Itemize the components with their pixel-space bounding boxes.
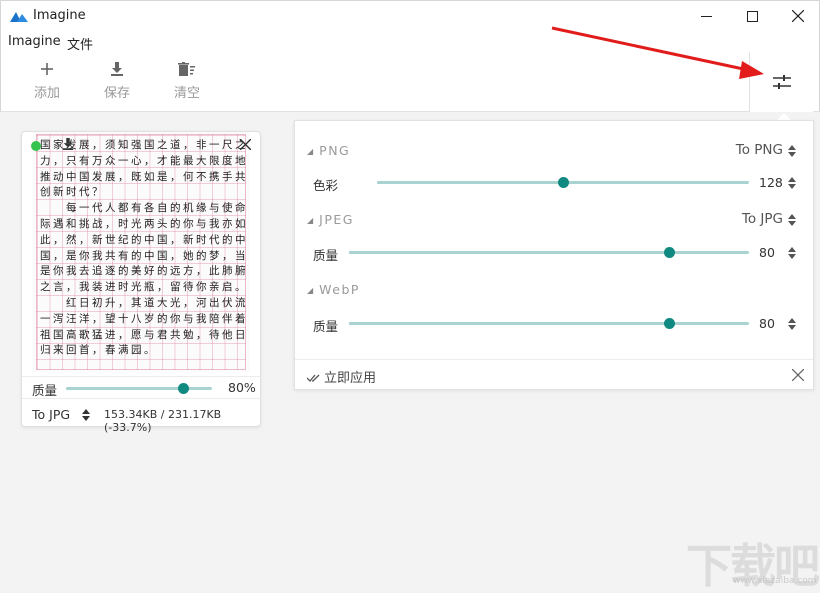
updown-icon[interactable] <box>788 176 796 190</box>
png-color-label: 色彩 <box>313 175 338 194</box>
card-quality-row: 质量 80% <box>22 376 262 398</box>
save-label: 保存 <box>104 86 130 101</box>
clear-list-icon <box>178 62 196 76</box>
card-format-row: To JPG 153.34KB / 231.17KB (-33.7%) <box>22 398 262 428</box>
thumbnail-text-line: 是你我去追逐的美好的远方，此肺腑 <box>40 263 248 278</box>
card-quality-slider[interactable] <box>66 387 212 390</box>
collapse-triangle-icon: ◢ <box>307 147 313 156</box>
thumbnail-text-line: 每一代人都有各自的机缘与使命 <box>40 200 248 215</box>
download-icon[interactable] <box>62 138 74 150</box>
close-window-button[interactable] <box>775 1 820 31</box>
card-format-select[interactable]: To JPG <box>32 407 70 422</box>
jpeg-quality-value[interactable]: 80 <box>759 245 775 260</box>
slider-knob[interactable] <box>664 247 675 258</box>
save-button[interactable]: 保存 <box>92 60 142 106</box>
updown-icon[interactable] <box>788 246 796 260</box>
webp-quality-label: 质量 <box>313 316 338 335</box>
thumbnail-text-line: 际遇和挑战，时光两头的你与我亦如 <box>40 216 248 231</box>
slider-knob[interactable] <box>664 318 675 329</box>
thumbnail-text-line: 创新时代？ <box>40 184 105 199</box>
jpeg-quality-label: 质量 <box>313 245 338 264</box>
card-quality-value: 80% <box>228 380 256 395</box>
download-icon <box>110 62 124 76</box>
png-color-slider[interactable] <box>377 181 749 184</box>
updown-icon[interactable] <box>788 317 796 331</box>
thumbnail-text-line: 力，只有万众一心，才能最大限度地 <box>40 153 248 168</box>
image-card: 国家发展，须知强国之道，非一尺之力，只有万众一心，才能最大限度地推动中国发展，既… <box>21 131 261 427</box>
collapse-triangle-icon: ◢ <box>307 286 313 295</box>
slider-track <box>349 251 669 254</box>
menu-file[interactable]: 文件 <box>67 34 93 53</box>
thumbnail-text-line: 一泻汪洋，望十八岁的你与我陪伴着 <box>40 311 248 326</box>
window-title: Imagine <box>33 8 86 23</box>
thumbnail-text-line: 此，然，新世纪的中国，新时代的中 <box>40 232 248 247</box>
png-section-header[interactable]: ◢ PNG <box>307 143 350 158</box>
double-check-icon <box>307 373 321 383</box>
status-dot <box>31 141 41 151</box>
updown-icon[interactable] <box>788 144 796 158</box>
menu-imagine[interactable]: Imagine <box>8 34 61 49</box>
close-icon <box>792 10 804 22</box>
close-icon[interactable] <box>792 369 804 381</box>
collapse-triangle-icon: ◢ <box>307 216 313 225</box>
webp-quality-slider[interactable] <box>349 322 749 325</box>
webp-section-header[interactable]: ◢ WebP <box>307 282 360 297</box>
minimize-button[interactable] <box>683 1 729 31</box>
slider-track <box>377 181 563 184</box>
clear-label: 清空 <box>174 86 200 101</box>
settings-toggle-button[interactable] <box>749 52 813 112</box>
apply-now-label: 立即应用 <box>324 371 376 386</box>
minimize-icon <box>701 11 712 22</box>
thumbnail-text-line: 推动中国发展，既如是，何不携手共 <box>40 169 248 184</box>
panel-footer: 立即应用 <box>295 359 813 390</box>
apply-now-button[interactable]: 立即应用 <box>307 367 376 386</box>
maximize-button[interactable] <box>729 1 775 31</box>
card-quality-label: 质量 <box>32 380 57 399</box>
webp-heading: WebP <box>319 282 360 297</box>
thumbnail-text-line: 红日初升，其道大光，河出伏流 <box>40 295 248 310</box>
slider-track <box>66 387 183 390</box>
jpeg-format-select[interactable]: To JPG <box>742 211 783 227</box>
thumbnail-text-line: 祖国高歌猛进，愿与君共勉，待他日 <box>40 327 248 342</box>
webp-quality-value[interactable]: 80 <box>759 316 775 331</box>
slider-track <box>349 322 669 325</box>
add-label: 添加 <box>34 86 60 101</box>
png-color-value[interactable]: 128 <box>759 175 783 190</box>
thumbnail-text-line: 归来回首，春满园。 <box>40 342 157 357</box>
maximize-icon <box>747 11 758 22</box>
thumbnail-text-line: 国，是你我共有的中国，她的梦，当 <box>40 248 248 263</box>
jpeg-quality-slider[interactable] <box>349 251 749 254</box>
app-logo-icon <box>10 10 28 22</box>
title-bar: Imagine <box>0 0 820 30</box>
updown-icon[interactable] <box>82 408 90 422</box>
clear-button[interactable]: 清空 <box>162 60 212 106</box>
jpeg-section-header[interactable]: ◢ JPEG <box>307 212 354 227</box>
slider-knob[interactable] <box>558 177 569 188</box>
toolbar: 添加 保存 清空 <box>0 54 820 112</box>
png-format-select[interactable]: To PNG <box>736 142 783 158</box>
menu-bar: Imagine 文件 <box>0 30 820 54</box>
image-thumbnail[interactable]: 国家发展，须知强国之道，非一尺之力，只有万众一心，才能最大限度地推动中国发展，既… <box>32 132 250 372</box>
plus-icon <box>40 62 54 76</box>
watermark-url: www.xiazaiba.com <box>733 576 817 586</box>
updown-icon[interactable] <box>788 213 796 227</box>
thumbnail-text-line: 之言，我装进时光瓶，留待你亲启。 <box>40 279 248 294</box>
close-icon[interactable] <box>240 139 251 150</box>
add-button[interactable]: 添加 <box>22 60 72 106</box>
file-size-text: 153.34KB / 231.17KB (-33.7%) <box>104 408 262 434</box>
jpeg-heading: JPEG <box>319 212 354 227</box>
settings-panel: ◢ PNG To PNG 色彩 128 ◢ JPEG To JPG 质量 80 ◢ W… <box>294 120 814 390</box>
sliders-icon <box>773 74 791 90</box>
png-heading: PNG <box>319 143 350 158</box>
slider-knob[interactable] <box>178 383 189 394</box>
